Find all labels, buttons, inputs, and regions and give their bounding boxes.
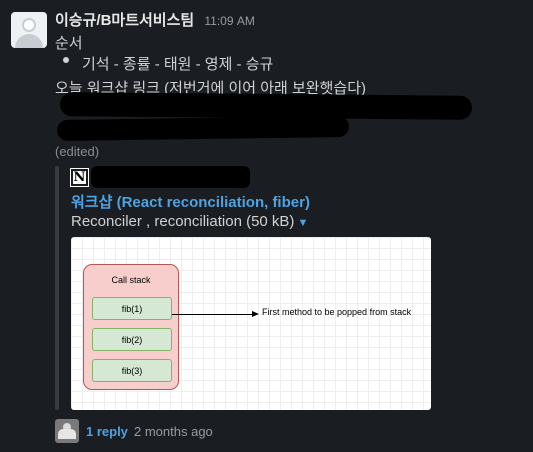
stack-frame: fib(1) (92, 297, 172, 320)
attachment-preview-image[interactable]: Call stack fib(1) fib(2) fib(3) First me… (71, 237, 431, 410)
message-line-heading: 순서 (55, 35, 83, 52)
sender-name[interactable]: 이승규/B마트서비스팀 (55, 12, 194, 29)
redacted-link (56, 115, 350, 142)
notion-icon: N (70, 168, 89, 187)
message-bullet-item: 기석 - 종률 - 태원 - 영제 - 승규 (82, 56, 274, 73)
attachment-file[interactable]: Reconciler , reconciliation (50 kB) ▼ (71, 213, 308, 230)
last-reply-time: 2 months ago (134, 424, 213, 439)
caret-down-icon[interactable]: ▼ (297, 217, 308, 229)
arrow-head-icon (252, 311, 259, 317)
bullet-dot (63, 57, 69, 63)
attachment-title-link[interactable]: 워크샵 (React reconciliation, fiber) (71, 191, 310, 212)
edited-label: (edited) (55, 144, 100, 159)
redacted-link (59, 92, 473, 120)
redacted-source (91, 166, 250, 188)
call-stack-box: Call stack fib(1) fib(2) fib(3) (83, 264, 179, 390)
message-header: 이승규/B마트서비스팀 11:09 AM (55, 9, 255, 30)
reply-count-link[interactable]: 1 reply (86, 424, 128, 439)
reply-avatar[interactable] (55, 419, 79, 443)
attachment-bar (55, 166, 59, 410)
call-stack-title: Call stack (111, 275, 151, 285)
stack-frame: fib(3) (92, 359, 172, 382)
user-avatar[interactable] (11, 12, 47, 48)
stack-frame: fib(2) (92, 328, 172, 351)
message-timestamp[interactable]: 11:09 AM (204, 14, 254, 28)
arrow-line (172, 314, 255, 315)
file-name: Reconciler , reconciliation (50 kB) (71, 213, 295, 230)
arrow-label: First method to be popped from stack (262, 307, 412, 317)
